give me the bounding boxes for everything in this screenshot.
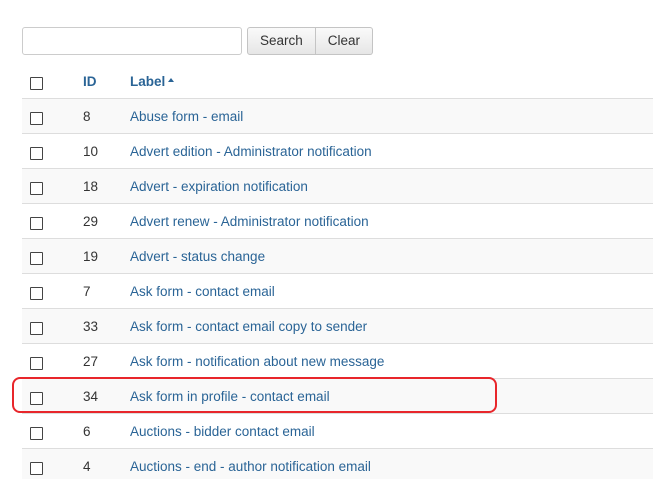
row-id-cell: 33 xyxy=(78,319,130,334)
row-id: 33 xyxy=(83,318,99,334)
row-checkbox[interactable] xyxy=(30,426,43,440)
table-row: 18 Advert - expiration notification xyxy=(22,169,653,204)
row-checkbox[interactable] xyxy=(30,111,43,125)
row-id: 7 xyxy=(83,283,91,299)
row-checkbox[interactable] xyxy=(30,216,43,230)
row-label-link[interactable]: Advert - expiration notification xyxy=(130,179,308,194)
table-row: 27 Ask form - notification about new mess… xyxy=(22,344,653,379)
row-label-cell: Advert - expiration notification xyxy=(130,179,653,194)
row-check-cell xyxy=(22,178,78,195)
row-id-cell: 29 xyxy=(78,214,130,229)
table-row: 34 Ask form in profile - contact email xyxy=(22,379,653,414)
row-checkbox[interactable] xyxy=(30,286,43,300)
row-label-link[interactable]: Ask form in profile - contact email xyxy=(130,389,330,404)
caret-up-icon xyxy=(168,77,175,82)
table-row: 7 Ask form - contact email xyxy=(22,274,653,309)
row-checkbox[interactable] xyxy=(30,181,43,195)
row-checkbox[interactable] xyxy=(30,461,43,475)
row-id: 4 xyxy=(83,458,91,474)
table-row: 29 Advert renew - Administrator notificat… xyxy=(22,204,653,239)
row-label-cell: Ask form - notification about new messag… xyxy=(130,354,653,369)
row-check-cell xyxy=(22,458,78,475)
row-checkbox[interactable] xyxy=(30,356,43,370)
row-label-link[interactable]: Advert renew - Administrator notificatio… xyxy=(130,214,369,229)
row-id-cell: 10 xyxy=(78,144,130,159)
search-button[interactable]: Search xyxy=(247,27,316,55)
row-checkbox[interactable] xyxy=(30,391,43,405)
page: Search Clear ID Label 8 Abuse form - emai… xyxy=(0,0,653,479)
row-label-cell: Advert edition - Administrator notificat… xyxy=(130,144,653,159)
row-id: 6 xyxy=(83,423,91,439)
row-check-cell xyxy=(22,283,78,300)
row-id-cell: 7 xyxy=(78,284,130,299)
search-button-group: Search Clear xyxy=(247,27,374,55)
row-label-cell: Ask form in profile - contact email xyxy=(130,389,653,404)
row-check-cell xyxy=(22,108,78,125)
row-label-link[interactable]: Advert - status change xyxy=(130,249,265,264)
row-label-link[interactable]: Ask form - notification about new messag… xyxy=(130,354,384,369)
row-check-cell xyxy=(22,388,78,405)
row-id-cell: 4 xyxy=(78,459,130,474)
row-id-cell: 8 xyxy=(78,109,130,124)
row-check-cell xyxy=(22,143,78,160)
row-label-link[interactable]: Advert edition - Administrator notificat… xyxy=(130,144,372,159)
row-id-cell: 34 xyxy=(78,389,130,404)
row-label-link[interactable]: Ask form - contact email copy to sender xyxy=(130,319,367,334)
table-body: 8 Abuse form - email 10 Advert edition - Ad… xyxy=(22,99,653,479)
sort-by-label-link[interactable]: Label xyxy=(130,73,175,89)
row-label-cell: Ask form - contact email xyxy=(130,284,653,299)
row-id: 34 xyxy=(83,388,99,404)
row-label-link[interactable]: Abuse form - email xyxy=(130,109,243,124)
row-id: 27 xyxy=(83,353,99,369)
row-id: 8 xyxy=(83,108,91,124)
select-all-checkbox[interactable] xyxy=(30,76,43,90)
row-checkbox[interactable] xyxy=(30,146,43,160)
row-check-cell xyxy=(22,248,78,265)
row-label-cell: Ask form - contact email copy to sender xyxy=(130,319,653,334)
row-id-cell: 19 xyxy=(78,249,130,264)
row-label-cell: Abuse form - email xyxy=(130,109,653,124)
table-row: 4 Auctions - end - author notification em… xyxy=(22,449,653,479)
table-row: 8 Abuse form - email xyxy=(22,99,653,134)
row-check-cell xyxy=(22,423,78,440)
table-header: ID Label xyxy=(22,64,653,99)
table-row: 6 Auctions - bidder contact email xyxy=(22,414,653,449)
table-row: 19 Advert - status change xyxy=(22,239,653,274)
search-bar: Search Clear xyxy=(22,27,374,55)
sort-by-id-link[interactable]: ID xyxy=(83,74,97,89)
row-label-cell: Advert - status change xyxy=(130,249,653,264)
row-id: 29 xyxy=(83,213,99,229)
header-label-cell: Label xyxy=(130,74,653,89)
label-column-title: Label xyxy=(130,73,166,89)
row-check-cell xyxy=(22,318,78,335)
email-templates-table: ID Label 8 Abuse form - email 10 Advert edi… xyxy=(22,64,653,479)
clear-button[interactable]: Clear xyxy=(315,27,374,55)
header-id-cell: ID xyxy=(78,74,130,89)
row-id-cell: 6 xyxy=(78,424,130,439)
header-check-cell xyxy=(22,73,78,90)
row-id: 10 xyxy=(83,143,99,159)
row-check-cell xyxy=(22,213,78,230)
row-label-cell: Auctions - bidder contact email xyxy=(130,424,653,439)
row-id: 19 xyxy=(83,248,99,264)
row-label-link[interactable]: Auctions - bidder contact email xyxy=(130,424,315,439)
row-checkbox[interactable] xyxy=(30,321,43,335)
row-check-cell xyxy=(22,353,78,370)
search-input[interactable] xyxy=(22,27,242,55)
table-row: 33 Ask form - contact email copy to sende… xyxy=(22,309,653,344)
row-label-link[interactable]: Ask form - contact email xyxy=(130,284,275,299)
row-label-cell: Auctions - end - author notification ema… xyxy=(130,459,653,474)
row-id-cell: 27 xyxy=(78,354,130,369)
row-label-link[interactable]: Auctions - end - author notification ema… xyxy=(130,459,371,474)
row-id: 18 xyxy=(83,178,99,194)
row-label-cell: Advert renew - Administrator notificatio… xyxy=(130,214,653,229)
row-id-cell: 18 xyxy=(78,179,130,194)
row-checkbox[interactable] xyxy=(30,251,43,265)
table-row: 10 Advert edition - Administrator notific… xyxy=(22,134,653,169)
